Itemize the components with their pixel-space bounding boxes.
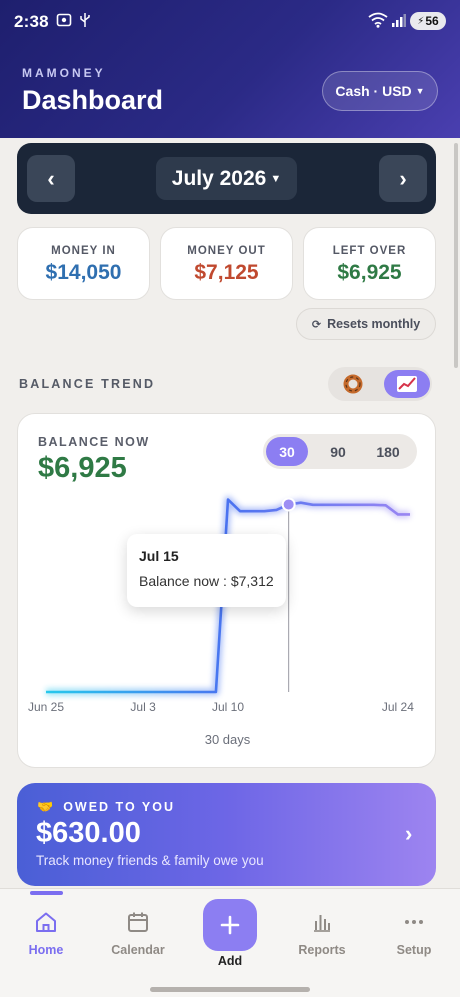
battery-bolt-icon: ⚡ xyxy=(417,15,425,27)
account-selector-label: Cash · USD xyxy=(335,83,412,99)
view-mode-toggle xyxy=(328,367,432,401)
highlight-point xyxy=(281,497,296,512)
chevron-right-icon: › xyxy=(399,165,407,191)
stat-value: $14,050 xyxy=(45,261,122,284)
owed-amount: $630.00 xyxy=(36,817,141,849)
nav-setup[interactable]: Setup xyxy=(379,911,449,957)
resets-label: Resets monthly xyxy=(327,317,421,331)
bar-chart-icon xyxy=(314,915,330,932)
x-tick-label: Jul 3 xyxy=(130,700,156,714)
owed-subtitle: Track money friends & family owe you xyxy=(36,853,264,868)
nav-reports[interactable]: Reports xyxy=(287,911,357,957)
status-bar: 2:38 ⚡ 56 xyxy=(0,0,460,44)
battery-level: 56 xyxy=(425,14,439,28)
x-tick-label: Jul 10 xyxy=(212,700,244,714)
nav-label: Setup xyxy=(396,943,432,957)
owed-label-row: 🤝 OWED TO YOU xyxy=(37,799,175,815)
resets-monthly-button[interactable]: ⟳ Resets monthly xyxy=(296,308,436,340)
more-icon xyxy=(405,920,423,924)
trend-line-icon xyxy=(397,376,417,392)
trend-view-button[interactable] xyxy=(384,370,430,398)
balance-trend-card: BALANCE NOW $6,925 30 90 180 Jun 25 Jul 3… xyxy=(17,413,436,768)
status-time: 2:38 xyxy=(14,12,49,31)
account-selector-button[interactable]: Cash · USD ▼ xyxy=(322,71,438,111)
wifi-icon xyxy=(368,12,388,31)
nav-home[interactable]: Home xyxy=(11,911,81,957)
prev-month-button[interactable]: ‹ xyxy=(27,155,75,202)
next-month-button[interactable]: › xyxy=(379,155,427,202)
plus-icon xyxy=(220,915,240,935)
stat-label: MONEY IN xyxy=(51,245,116,257)
signal-icon xyxy=(392,12,406,31)
active-tab-indicator xyxy=(30,891,63,895)
range-caption: 30 days xyxy=(204,732,251,747)
chevron-right-icon: › xyxy=(405,821,413,846)
caret-down-icon: ▼ xyxy=(270,172,282,185)
nav-label: Calendar xyxy=(111,943,165,957)
month-label: July 2026 xyxy=(171,166,267,190)
money-out-card[interactable]: MONEY OUT $7,125 xyxy=(160,227,293,300)
donut-view-button[interactable] xyxy=(340,372,366,396)
owed-label: OWED TO YOU xyxy=(63,800,176,814)
app-name: MAMONEY xyxy=(22,66,106,80)
handshake-icon: 🤝 xyxy=(37,799,56,814)
stat-value: $6,925 xyxy=(337,261,402,284)
caret-down-icon: ▼ xyxy=(415,86,425,96)
home-icon xyxy=(36,912,56,932)
chart-tooltip: Jul 15 Balance now : $7,312 xyxy=(127,534,286,607)
x-tick-label: Jun 25 xyxy=(28,700,64,714)
nav-label: Home xyxy=(28,943,64,957)
owed-to-you-card[interactable]: 🤝 OWED TO YOU $630.00 Track money friend… xyxy=(17,783,436,886)
calendar-icon xyxy=(128,912,148,932)
chevron-left-icon: ‹ xyxy=(47,165,55,191)
stat-label: MONEY OUT xyxy=(187,245,266,257)
money-in-card[interactable]: MONEY IN $14,050 xyxy=(17,227,150,300)
battery-indicator: ⚡ 56 xyxy=(410,12,446,30)
bottom-navigation: Home Calendar Add Reports Setup xyxy=(0,888,460,997)
stat-label: LEFT OVER xyxy=(332,245,407,257)
donut-icon xyxy=(343,374,363,394)
add-label: Add xyxy=(217,954,243,968)
month-selector-button[interactable]: July 2026 ▼ xyxy=(156,157,297,200)
nav-calendar[interactable]: Calendar xyxy=(103,911,173,957)
month-navigator: ‹ July 2026 ▼ › xyxy=(17,143,436,214)
tooltip-balance: Balance now : $7,312 xyxy=(139,573,274,589)
x-tick-label: Jul 24 xyxy=(382,700,414,714)
stat-value: $7,125 xyxy=(194,261,259,284)
home-gesture-bar[interactable] xyxy=(150,987,310,992)
nav-label: Reports xyxy=(298,943,346,957)
screenshot-icon xyxy=(56,12,72,31)
scrollbar[interactable] xyxy=(454,143,458,368)
left-over-card[interactable]: LEFT OVER $6,925 xyxy=(303,227,436,300)
add-button[interactable] xyxy=(203,899,257,951)
usb-icon xyxy=(79,12,91,31)
app-header: 2:38 ⚡ 56 MAMONEY Dashboard Cash · USD ▼ xyxy=(0,0,460,138)
page-title: Dashboard xyxy=(22,85,164,115)
section-title-balance-trend: BALANCE TREND xyxy=(19,377,156,391)
refresh-icon: ⟳ xyxy=(311,318,322,331)
tooltip-date: Jul 15 xyxy=(139,548,179,564)
